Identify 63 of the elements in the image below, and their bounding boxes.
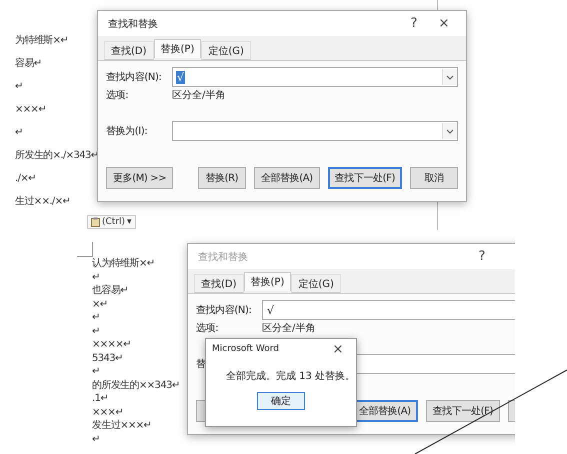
document-line: 的所发生的××343↵ bbox=[92, 378, 180, 392]
tab[interactable]: 替换(P) bbox=[244, 272, 292, 291]
document-line: ↵ bbox=[92, 270, 100, 284]
paste-options-button[interactable]: (Ctrl) ▾ bbox=[87, 215, 136, 229]
tab[interactable]: 定位(G) bbox=[291, 274, 341, 293]
caret-icon bbox=[446, 128, 454, 134]
caret-icon bbox=[446, 74, 454, 80]
dropdown-button[interactable] bbox=[442, 69, 457, 85]
margin-corner-mark bbox=[77, 242, 93, 257]
tab[interactable]: 查找(D) bbox=[194, 274, 244, 293]
document-line: 为特维斯×↵ bbox=[15, 34, 68, 48]
document-line: 也容易↵ bbox=[92, 284, 128, 298]
document-line: ./×↵ bbox=[15, 172, 36, 186]
field-label: 替 bbox=[196, 358, 207, 371]
document-line: ↵ bbox=[92, 432, 100, 446]
dropdown-button[interactable] bbox=[442, 123, 457, 139]
document-line: 5343↵ bbox=[92, 352, 123, 365]
message-box-title: Microsoft Word bbox=[212, 344, 280, 354]
field-label: 查找内容(N): bbox=[196, 304, 252, 317]
close-button[interactable]: × bbox=[326, 342, 350, 356]
field-label: 替换为(I): bbox=[106, 124, 148, 138]
options-label: 选项: bbox=[196, 322, 220, 335]
more-button[interactable]: 更多(M) >> bbox=[106, 167, 174, 189]
tab[interactable]: 定位(G) bbox=[201, 41, 251, 60]
field-value: √ bbox=[176, 70, 186, 84]
tab[interactable]: 查找(D) bbox=[104, 41, 154, 60]
find-field[interactable]: √ bbox=[262, 300, 515, 320]
document-line: ↵ bbox=[15, 126, 23, 140]
ok-button[interactable]: 确定 bbox=[257, 392, 305, 410]
document-line: ↵ bbox=[92, 311, 100, 324]
document-line: ↵ bbox=[15, 80, 23, 94]
document-line: .1↵ bbox=[92, 392, 108, 406]
dialog-button[interactable]: 取消 bbox=[410, 167, 458, 189]
document-line: 发生过×××↵ bbox=[92, 419, 152, 432]
document-line: 生过××./×↵ bbox=[15, 194, 70, 209]
document-line: ×××↵ bbox=[15, 103, 46, 117]
options-value: 区分全/半角 bbox=[262, 322, 316, 335]
window-title: 查找和替换 bbox=[108, 18, 159, 30]
options-value: 区分全/半角 bbox=[172, 88, 226, 102]
close-button[interactable]: × bbox=[432, 16, 456, 31]
field-label: 查找内容(N): bbox=[106, 70, 162, 84]
dialog-button[interactable]: 查找下一处(F) bbox=[328, 167, 402, 189]
dialog-button[interactable]: 替换(R) bbox=[198, 167, 246, 189]
help-button[interactable]: ? bbox=[402, 16, 426, 31]
find-field[interactable]: √ bbox=[172, 67, 458, 87]
options-label: 选项: bbox=[106, 88, 130, 102]
dialog-button[interactable]: 查找下一处(F) bbox=[426, 400, 500, 422]
message-text: 全部完成。完成 13 处替换。 bbox=[226, 370, 356, 383]
document-line: ××××↵ bbox=[92, 338, 131, 352]
clipboard-icon bbox=[91, 217, 100, 227]
help-button[interactable]: ? bbox=[470, 249, 494, 264]
tab[interactable]: 替换(P) bbox=[154, 39, 202, 58]
document-line: 认为特维斯×↵ bbox=[92, 257, 155, 270]
document-line: ×↵ bbox=[92, 298, 108, 311]
document-line: ×××↵ bbox=[92, 406, 124, 419]
document-line: 所发生的×./×343↵ bbox=[15, 148, 99, 163]
replace-field[interactable] bbox=[172, 121, 458, 141]
dialog-button[interactable]: 全部替换(A) bbox=[254, 167, 320, 189]
document-line: ↵ bbox=[92, 365, 100, 378]
window-title: 查找和替换 bbox=[198, 250, 249, 264]
document-line: 容易↵ bbox=[15, 56, 42, 71]
document-line: ↵ bbox=[92, 324, 100, 338]
field-value: √ bbox=[266, 304, 276, 316]
